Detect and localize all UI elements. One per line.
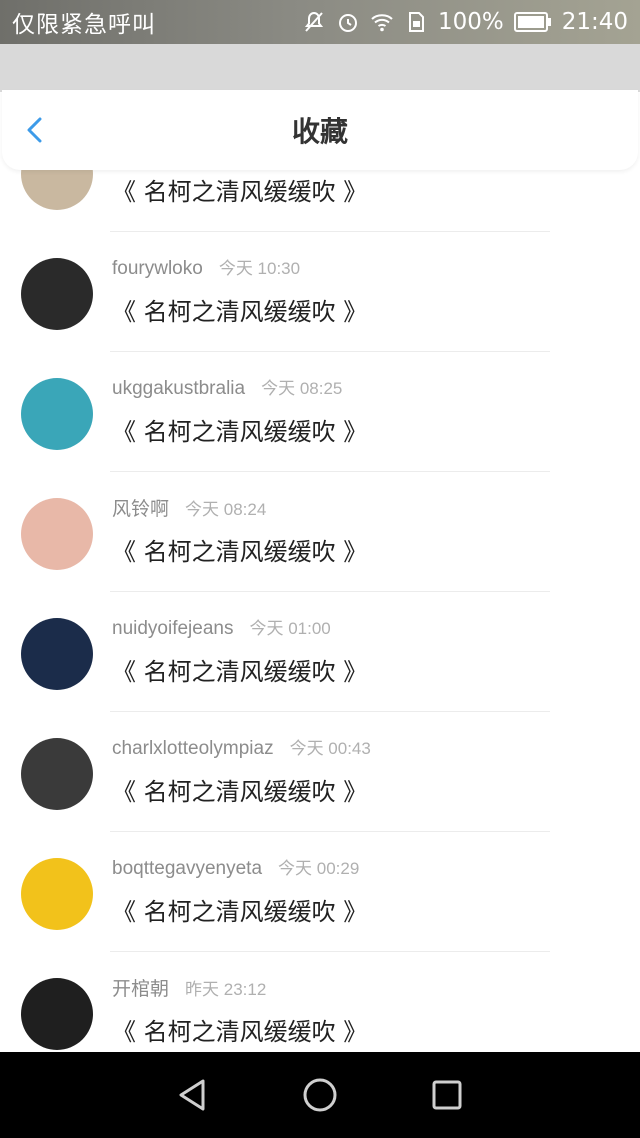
timestamp: 今天 01:00 — [249, 619, 331, 638]
list-item[interactable]: ukggakustbralia 今天 08:25 《 名柯之清风缓缓吹 》 — [0, 352, 640, 472]
wifi-icon — [371, 14, 393, 32]
username: ukggakustbralia 今天 08:25 — [112, 374, 342, 400]
username-text: 风铃啊 — [112, 499, 170, 520]
list-item[interactable]: 风铃啊 今天 08:24 《 名柯之清风缓缓吹 》 — [0, 472, 640, 592]
collection-title[interactable]: 《 名柯之清风缓缓吹 》 — [112, 172, 367, 207]
username: fourywloko 今天 10:30 — [112, 254, 300, 280]
username: boqttegavyenyeta 今天 00:29 — [112, 854, 359, 880]
collection-title[interactable]: 《 名柯之清风缓缓吹 》 — [112, 652, 367, 687]
username-text: boqttegavyenyeta — [112, 858, 263, 879]
status-bar: 仅限紧急呼叫 100% 21:40 — [0, 0, 640, 44]
carrier-text: 仅限紧急呼叫 — [12, 12, 156, 38]
back-arrow-icon[interactable] — [22, 116, 50, 144]
battery-percent: 100% — [437, 9, 504, 35]
collection-title[interactable]: 《 名柯之清风缓缓吹 》 — [112, 532, 367, 567]
list-item[interactable]: fourywloko 今天 10:30 《 名柯之清风缓缓吹 》 — [0, 232, 640, 352]
avatar[interactable] — [21, 498, 93, 570]
sim-card-icon — [408, 12, 424, 32]
timestamp: 昨天 23:12 — [185, 980, 267, 999]
battery-icon — [513, 12, 551, 32]
timestamp: 今天 08:24 — [185, 500, 267, 519]
username: 开棺朝 昨天 23:12 — [112, 974, 266, 1001]
username-text: 开棺朝 — [112, 979, 170, 1000]
clock-time: 21:40 — [561, 9, 628, 35]
username-text: nuidyoifejeans — [112, 618, 234, 639]
username: 风铃啊 今天 08:24 — [112, 494, 266, 521]
timestamp: 今天 10:30 — [218, 259, 301, 278]
timestamp: 今天 08:25 — [261, 379, 343, 398]
nav-recents-icon[interactable] — [427, 1075, 467, 1115]
avatar[interactable] — [21, 378, 93, 450]
mute-icon — [304, 11, 324, 32]
alarm-icon — [338, 14, 357, 32]
favorites-list: 霖皖故辞今天 20:03《 名柯之清风缓缓吹 》fourywloko今天 10:… — [0, 142, 640, 1052]
collection-title[interactable]: 《 名柯之清风缓缓吹 》 — [112, 292, 367, 327]
list-item[interactable]: nuidyoifejeans 今天 01:00 《 名柯之清风缓缓吹 》 — [0, 592, 640, 712]
avatar[interactable] — [21, 618, 93, 690]
username: nuidyoifejeans 今天 01:00 — [112, 614, 331, 640]
page-title: 收藏 — [291, 115, 348, 148]
timestamp: 今天 00:29 — [278, 859, 360, 878]
app-header: 收藏 — [2, 90, 638, 170]
collection-title[interactable]: 《 名柯之清风缓缓吹 》 — [112, 412, 367, 447]
timestamp: 今天 00:43 — [289, 739, 371, 758]
username-text: charlxlotteolympiaz — [112, 738, 274, 759]
list-item[interactable]: charlxlotteolympiaz 今天 00:43 《 名柯之清风缓缓吹 》 — [0, 712, 640, 832]
avatar[interactable] — [21, 978, 93, 1050]
collection-title[interactable]: 《 名柯之清风缓缓吹 》 — [112, 772, 367, 807]
nav-home-icon[interactable] — [300, 1075, 340, 1115]
status-icons: 100% 21:40 — [302, 9, 628, 35]
avatar[interactable] — [21, 738, 93, 810]
avatar[interactable] — [21, 258, 93, 330]
collection-title[interactable]: 《 名柯之清风缓缓吹 》 — [112, 892, 367, 927]
username: charlxlotteolympiaz 今天 00:43 — [112, 734, 371, 760]
header-shade — [0, 44, 640, 92]
collection-title[interactable]: 《 名柯之清风缓缓吹 》 — [112, 1012, 367, 1047]
avatar[interactable] — [21, 858, 93, 930]
system-nav-bar — [0, 1052, 640, 1138]
list-item[interactable]: 开棺朝 昨天 23:12 《 名柯之清风缓缓吹 》 — [0, 952, 640, 1052]
list-item[interactable]: boqttegavyenyeta 今天 00:29 《 名柯之清风缓缓吹 》 — [0, 832, 640, 952]
nav-back-icon[interactable] — [173, 1075, 213, 1115]
username-text: ukggakustbralia — [112, 378, 246, 399]
username-text: fourywloko — [112, 258, 203, 279]
